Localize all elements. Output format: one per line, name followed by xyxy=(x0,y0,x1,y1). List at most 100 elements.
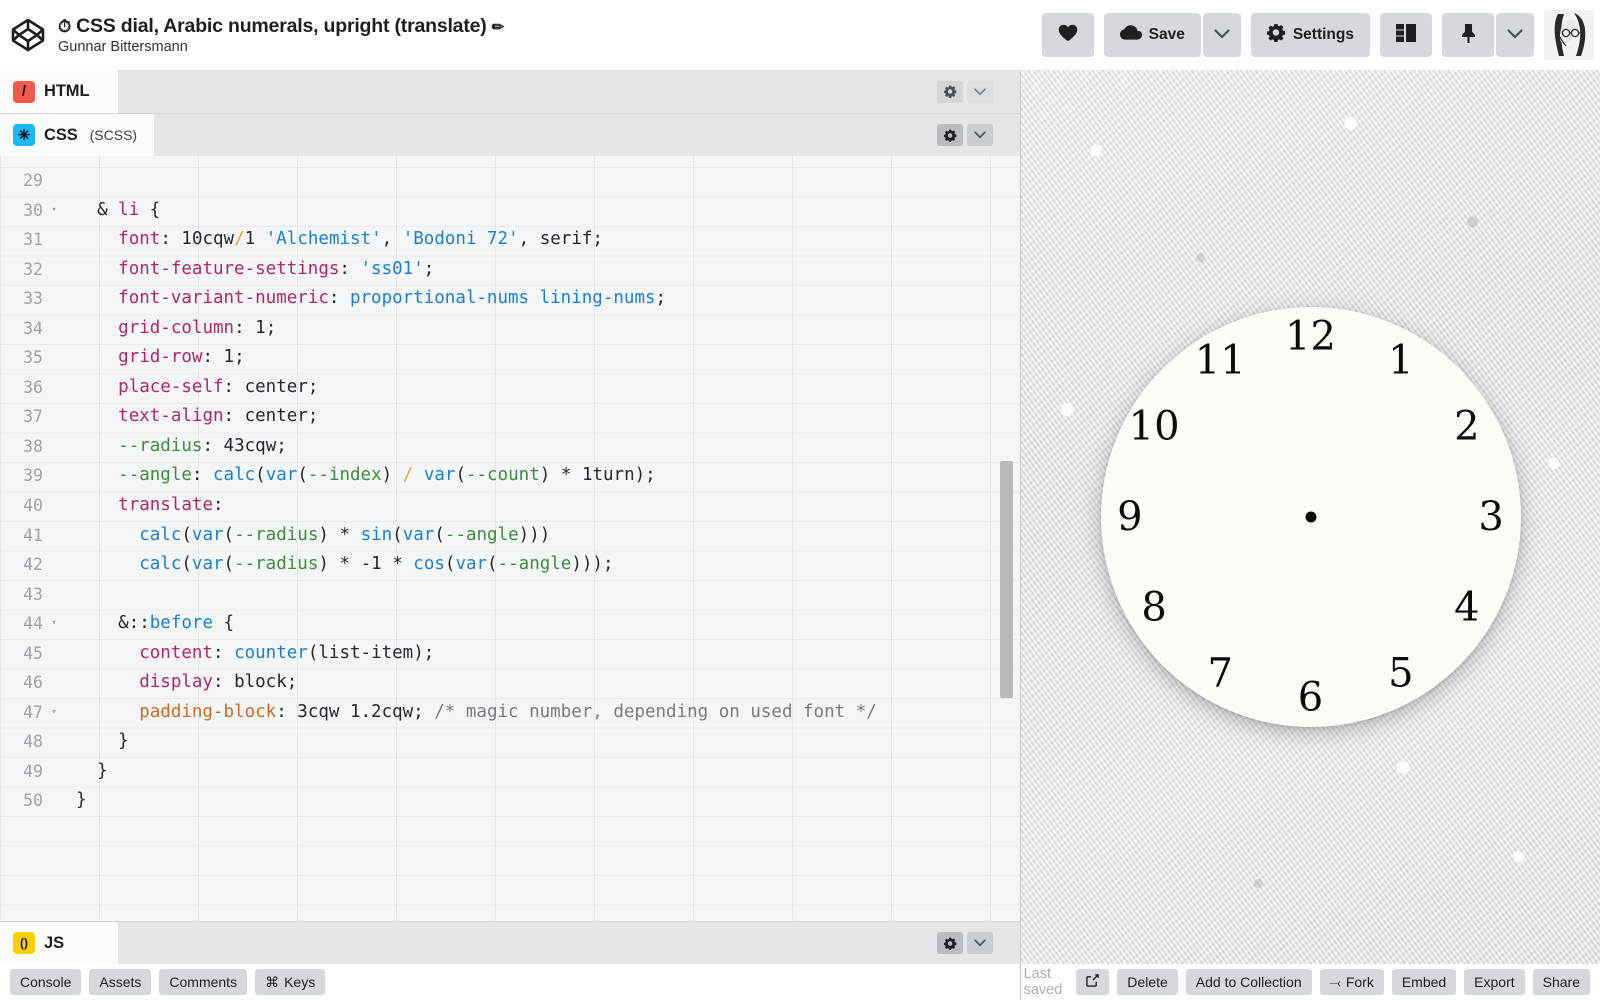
delete-button[interactable]: Delete xyxy=(1117,969,1178,995)
line-content: } xyxy=(76,790,87,811)
code-line: 41 calc(var(--radius) * sin(var(--angle)… xyxy=(0,521,1020,551)
clock-numeral-11: 11 xyxy=(1194,337,1246,384)
code-line: 43 xyxy=(0,580,1020,610)
js-settings-button[interactable] xyxy=(937,932,963,954)
line-number: 31 xyxy=(23,230,43,250)
code-line: 45 content: counter(list-item); xyxy=(0,639,1020,669)
line-content: --angle: calc(var(--index) / var(--count… xyxy=(118,465,656,486)
save-dropdown-button[interactable] xyxy=(1202,13,1241,57)
settings-button[interactable]: Settings xyxy=(1250,13,1370,57)
chevron-down-icon xyxy=(1507,26,1523,44)
tab-html[interactable]: / HTML xyxy=(0,70,118,113)
fork-button[interactable]: ⤙ Fork xyxy=(1319,969,1384,995)
code-line: 35 grid-row: 1; xyxy=(0,343,1020,373)
code-line: 42 calc(var(--radius) * -1 * cos(var(--a… xyxy=(0,550,1020,580)
code-line: 31 font: 10cqw/1 'Alchemist', 'Bodoni 72… xyxy=(0,225,1020,255)
save-label: Save xyxy=(1148,26,1185,43)
code-line: 40 translate: xyxy=(0,491,1020,521)
fold-toggle[interactable]: ▾ xyxy=(46,619,62,628)
tab-css[interactable]: ✳ CSS (SCSS) xyxy=(0,114,155,156)
line-number: 30 xyxy=(23,200,43,220)
line-number: 36 xyxy=(23,377,43,397)
line-content: calc(var(--radius) * -1 * cos(var(--angl… xyxy=(139,554,614,575)
clock-numeral-3: 3 xyxy=(1478,494,1504,540)
html-icon: / xyxy=(13,80,35,103)
line-content: translate: xyxy=(118,495,224,516)
comments-button[interactable]: Comments xyxy=(159,969,248,995)
css-settings-button[interactable] xyxy=(937,124,963,146)
editor-vertical-scrollbar[interactable] xyxy=(1000,461,1013,698)
keys-label: Keys xyxy=(284,974,316,990)
line-content: text-align: center; xyxy=(118,406,319,427)
page-title: ⏱ CSS dial, Arabic numerals, upright (tr… xyxy=(58,15,504,38)
external-link-icon xyxy=(1086,974,1100,990)
fold-toggle[interactable]: ▾ xyxy=(46,205,62,215)
assets-button[interactable]: Assets xyxy=(89,969,152,995)
settings-label: Settings xyxy=(1292,26,1354,43)
html-settings-button[interactable] xyxy=(937,80,963,103)
save-button[interactable]: Save xyxy=(1103,13,1201,57)
console-button[interactable]: Console xyxy=(10,969,82,995)
css-pane-header: ✳ CSS (SCSS) xyxy=(0,113,1020,156)
code-line: 32 font-feature-settings: 'ss01'; xyxy=(0,255,1020,285)
codepen-logo-icon[interactable] xyxy=(8,15,48,55)
line-number: 35 xyxy=(23,348,43,368)
clock-center-dot xyxy=(1305,511,1316,523)
css-code-editor[interactable]: 29 30 ▾ & li { 31 font: 10cqw/1 'Alchemis… xyxy=(0,156,1020,921)
line-content: place-self: center; xyxy=(118,376,319,397)
embed-button[interactable]: Embed xyxy=(1391,969,1457,995)
pen-title-text: CSS dial, Arabic numerals, upright (tran… xyxy=(76,15,487,37)
line-number: 50 xyxy=(23,791,43,811)
line-number: 34 xyxy=(23,318,43,338)
avatar[interactable] xyxy=(1544,10,1594,60)
line-number: 45 xyxy=(23,643,43,663)
fold-toggle[interactable]: ▾ xyxy=(46,708,62,717)
line-number: 39 xyxy=(23,466,43,486)
line-number: 33 xyxy=(23,289,43,309)
preview-iframe[interactable]: 1 2 3 4 5 6 7 8 9 10 11 12 xyxy=(1021,70,1600,964)
preview-status-bar: Last saved Delete Add to Collection ⤙ Fo… xyxy=(1021,964,1600,1000)
css-collapse-button[interactable] xyxy=(967,124,993,146)
preview-column: 1 2 3 4 5 6 7 8 9 10 11 12 Last saved De… xyxy=(1020,70,1600,1000)
header-left: ⏱ CSS dial, Arabic numerals, upright (tr… xyxy=(8,15,504,55)
js-pane-label: JS xyxy=(44,933,64,952)
line-number: 49 xyxy=(23,761,43,781)
chevron-down-icon xyxy=(1214,26,1230,44)
pin-dropdown-button[interactable] xyxy=(1496,13,1534,57)
clock-numeral-8: 8 xyxy=(1141,584,1167,631)
clock-numeral-5: 5 xyxy=(1388,650,1414,697)
line-content: } xyxy=(97,760,108,781)
clock-numeral-10: 10 xyxy=(1128,403,1180,450)
line-number: 44 xyxy=(23,614,43,634)
code-scroll-region[interactable]: 29 30 ▾ & li { 31 font: 10cqw/1 'Alchemis… xyxy=(0,156,1020,921)
html-collapse-button[interactable] xyxy=(967,80,993,103)
line-number: 43 xyxy=(23,584,43,604)
clock-dial: 1 2 3 4 5 6 7 8 9 10 11 12 xyxy=(1100,307,1521,727)
tab-js[interactable]: () JS xyxy=(0,922,118,964)
clock-numeral-2: 2 xyxy=(1454,403,1480,450)
css-icon: ✳ xyxy=(13,124,35,146)
layout-panels-icon xyxy=(1395,23,1417,48)
js-collapse-button[interactable] xyxy=(967,932,993,954)
love-button[interactable] xyxy=(1041,13,1094,57)
layout-button[interactable] xyxy=(1380,13,1432,57)
keys-button[interactable]: ⌘ Keys xyxy=(255,969,326,995)
line-number: 42 xyxy=(23,555,43,575)
share-button[interactable]: Share xyxy=(1532,969,1590,995)
line-number: 37 xyxy=(23,407,43,427)
save-button-group: Save xyxy=(1103,13,1241,57)
line-content: & li { xyxy=(97,199,161,220)
open-external-button[interactable] xyxy=(1076,969,1110,995)
line-content: font-variant-numeric: proportional-nums … xyxy=(118,288,667,309)
code-line: 29 xyxy=(0,166,1020,196)
line-content: content: counter(list-item); xyxy=(139,642,435,663)
pencil-edit-icon[interactable]: ✏ xyxy=(492,18,505,36)
line-number: 29 xyxy=(23,171,43,190)
code-line: 39 --angle: calc(var(--index) / var(--co… xyxy=(0,461,1020,491)
pen-author[interactable]: Gunnar Bittersmann xyxy=(58,39,504,55)
html-pane-header: / HTML xyxy=(0,70,1020,113)
pin-button[interactable] xyxy=(1442,13,1494,57)
export-button[interactable]: Export xyxy=(1464,969,1525,995)
add-to-collection-button[interactable]: Add to Collection xyxy=(1185,969,1312,995)
css-pane-preprocessor: (SCSS) xyxy=(89,127,138,143)
